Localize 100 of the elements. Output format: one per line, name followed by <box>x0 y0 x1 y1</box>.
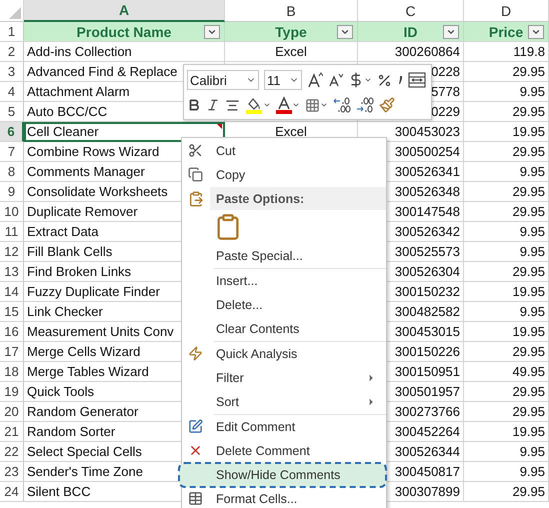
table-cell: 9.95 <box>464 162 549 182</box>
column-header[interactable]: B <box>225 0 358 22</box>
shrink-font-icon[interactable] <box>328 73 343 87</box>
table-cell: 19.95 <box>464 122 549 142</box>
table-cell: 29.95 <box>464 482 549 502</box>
row-number[interactable]: 5 <box>0 102 24 122</box>
column-title: Product Name <box>76 24 172 40</box>
font-color-icon[interactable] <box>276 96 300 114</box>
merge-cells-icon[interactable] <box>408 72 426 88</box>
table-cell: 9.95 <box>464 242 549 262</box>
table-cell: Select Special Cells <box>27 444 142 459</box>
row-number[interactable]: 22 <box>0 442 24 462</box>
table-cell: Quick Tools <box>27 384 94 399</box>
bold-icon[interactable] <box>187 98 201 112</box>
table-cell: Silent BCC <box>27 484 91 499</box>
clipboard-icon <box>188 190 204 206</box>
table-cell: 29.95 <box>464 342 549 362</box>
filter-dropdown[interactable] <box>528 25 544 39</box>
menu-item[interactable]: Show/Hide Comments <box>179 463 386 487</box>
caret-icon <box>446 27 456 37</box>
table-cell: 29.95 <box>464 182 549 202</box>
row-number[interactable]: 12 <box>0 242 24 262</box>
increase-decimal-icon[interactable] <box>333 97 351 113</box>
table-cell: Combine Rows Wizard <box>27 144 160 159</box>
table-cell: 9.95 <box>464 442 549 462</box>
format-painter-icon[interactable] <box>379 97 395 113</box>
column-title: Type <box>275 24 307 40</box>
table-cell: 9.95 <box>464 82 549 102</box>
row-number[interactable]: 8 <box>0 162 24 182</box>
font-size-dropdown[interactable]: 11 <box>264 70 302 90</box>
table-cell: 9.95 <box>464 462 549 482</box>
table-cell: Random Sorter <box>27 424 116 439</box>
column-title: ID <box>404 24 418 40</box>
row-number[interactable]: 3 <box>0 62 24 82</box>
row-number[interactable]: 20 <box>0 402 24 422</box>
table-cell: Extract Data <box>27 224 99 239</box>
caret-icon <box>207 27 217 37</box>
italic-icon[interactable] <box>206 98 220 112</box>
column-header[interactable]: A <box>24 0 225 22</box>
table-icon <box>188 491 203 506</box>
table-cell: 29.95 <box>464 62 549 82</box>
row-number[interactable]: 6 <box>0 122 24 142</box>
cross-icon <box>188 443 203 458</box>
column-title: Price <box>488 24 524 40</box>
row-number[interactable]: 4 <box>0 82 24 102</box>
table-cell: 9.95 <box>464 302 549 322</box>
row-number[interactable]: 7 <box>0 142 24 162</box>
table-cell: 19.95 <box>464 282 549 302</box>
row-number[interactable]: 14 <box>0 282 24 302</box>
menu-section-header: Paste Options: <box>210 187 386 210</box>
table-cell: Merge Cells Wizard <box>27 344 140 359</box>
grow-font-icon[interactable] <box>307 72 323 88</box>
row-number[interactable]: 1 <box>0 22 24 42</box>
table-cell: Find Broken Links <box>27 264 132 279</box>
column-header[interactable]: C <box>358 0 464 22</box>
row-number[interactable]: 18 <box>0 362 24 382</box>
row-number[interactable]: 17 <box>0 342 24 362</box>
caret-icon <box>340 27 350 37</box>
table-cell: 49.95 <box>464 362 549 382</box>
table-cell: Fill Blank Cells <box>27 244 112 259</box>
table-cell: 19.95 <box>464 422 549 442</box>
table-cell: Add-ins Collection <box>27 44 132 59</box>
row-number[interactable]: 9 <box>0 182 24 202</box>
fill-color-icon[interactable] <box>245 96 271 114</box>
table-cell: Duplicate Remover <box>27 204 138 219</box>
percent-icon[interactable] <box>377 72 392 88</box>
table-cell: 29.95 <box>464 142 549 162</box>
lightning-icon <box>188 346 203 361</box>
row-number[interactable]: 11 <box>0 222 24 242</box>
table-cell: 300260864 <box>358 42 464 62</box>
decrease-decimal-icon[interactable] <box>356 97 374 113</box>
filter-dropdown[interactable] <box>337 25 353 39</box>
table-cell: Comments Manager <box>27 164 145 179</box>
row-number[interactable]: 16 <box>0 322 24 342</box>
table-cell: 29.95 <box>464 102 549 122</box>
row-number[interactable]: 19 <box>0 382 24 402</box>
column-header[interactable]: D <box>464 0 549 22</box>
row-number[interactable]: 2 <box>0 42 24 62</box>
row-number[interactable]: 23 <box>0 462 24 482</box>
table-cell: 119.8 <box>464 42 549 62</box>
row-number[interactable]: 15 <box>0 302 24 322</box>
table-cell: Excel <box>225 42 358 62</box>
font-dropdown[interactable]: Calibri <box>187 70 259 90</box>
comma-icon[interactable] <box>397 75 403 85</box>
row-number[interactable]: 13 <box>0 262 24 282</box>
row-number[interactable]: 24 <box>0 482 24 502</box>
table-cell: 29.95 <box>464 202 549 222</box>
table-cell: Fuzzy Duplicate Finder <box>27 284 160 299</box>
copy-icon <box>188 167 203 182</box>
pen-icon <box>188 419 203 434</box>
borders-icon[interactable] <box>305 98 328 112</box>
table-cell: Attachment Alarm <box>27 84 130 99</box>
filter-dropdown[interactable] <box>443 25 459 39</box>
table-cell: 29.95 <box>464 382 549 402</box>
row-number[interactable]: 21 <box>0 422 24 442</box>
table-cell: Measurement Units Conv <box>27 324 174 339</box>
align-center-icon[interactable] <box>225 98 240 112</box>
row-number[interactable]: 10 <box>0 202 24 222</box>
filter-dropdown[interactable] <box>204 25 220 39</box>
table-cell: Cell Cleaner <box>27 124 99 139</box>
